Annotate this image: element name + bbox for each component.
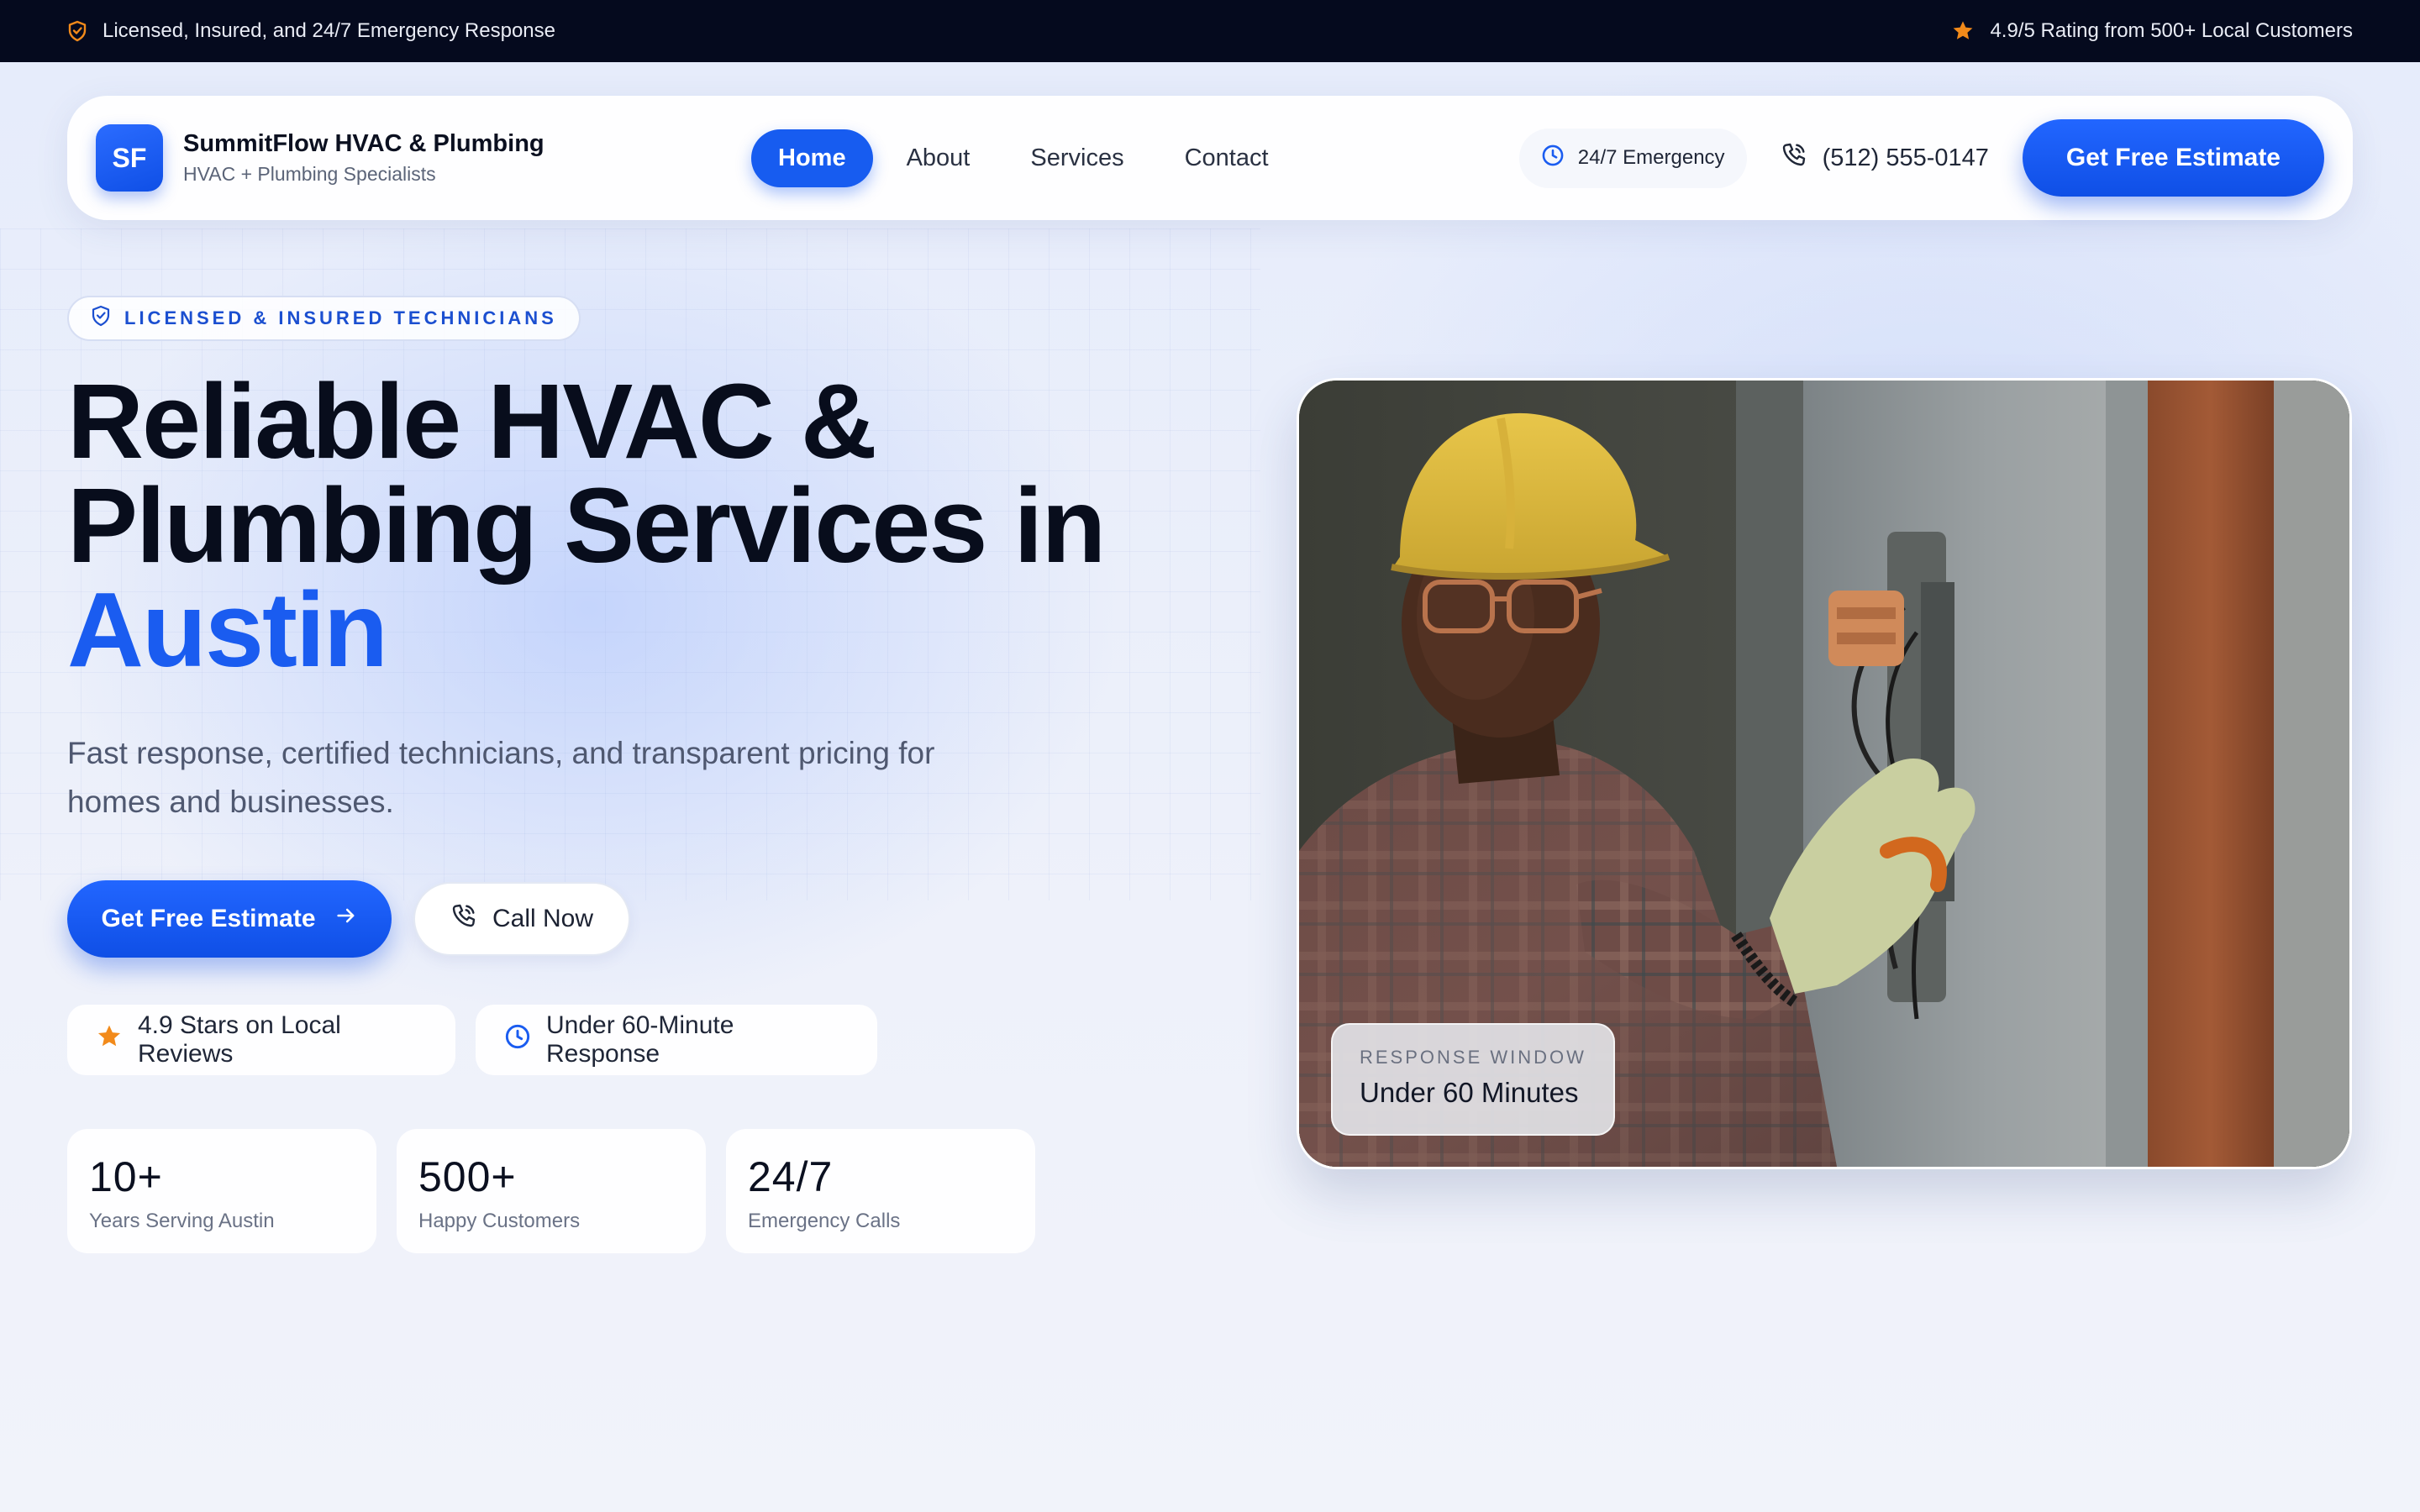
stat-label: Years Serving Austin <box>89 1210 275 1232</box>
nav-link-services[interactable]: Services <box>1003 129 1150 187</box>
nav-link-about[interactable]: About <box>880 129 997 187</box>
hero-get-estimate-label: Get Free Estimate <box>101 905 316 932</box>
response-window-value: Under 60 Minutes <box>1360 1077 1579 1108</box>
announcement-left: Licensed, Insured, and 24/7 Emergency Re… <box>67 19 555 43</box>
stat-label: Happy Customers <box>418 1210 581 1232</box>
phone-link[interactable]: (512) 555-0147 <box>1781 141 1989 175</box>
brand-logo[interactable]: SF <box>96 124 163 192</box>
call-now-label: Call Now <box>492 905 594 932</box>
shield-check-icon <box>67 20 87 42</box>
brand-tagline: HVAC + Plumbing Specialists <box>183 163 436 185</box>
nav-actions: 24/7 Emergency (512) 555-0147 Get Free E… <box>1518 119 2324 197</box>
stat-card-years: 10+ Years Serving Austin <box>67 1129 376 1253</box>
shield-check-icon <box>91 305 111 332</box>
headline-accent: Austin <box>67 570 388 689</box>
nav-link-contact[interactable]: Contact <box>1158 129 1296 187</box>
brand[interactable]: SF SummitFlow HVAC & Plumbing HVAC + Plu… <box>96 124 751 192</box>
response-window-card: RESPONSE WINDOW Under 60 Minutes <box>1331 1023 1615 1136</box>
hero-subtext: Fast response, certified technicians, an… <box>67 736 935 819</box>
clock-icon <box>504 1023 531 1057</box>
announcement-left-text: Licensed, Insured, and 24/7 Emergency Re… <box>103 19 556 42</box>
reviews-chip: 4.9 Stars on Local Reviews <box>67 1005 455 1075</box>
badge-text: LICENSED & INSURED TECHNICIANS <box>124 307 557 328</box>
hero-call-now-button[interactable]: Call Now <box>413 882 630 956</box>
hero-headline: Reliable HVAC & Plumbing Services in Aus… <box>67 369 1244 683</box>
nav-link-home[interactable]: Home <box>751 129 873 187</box>
main-navbar: SF SummitFlow HVAC & Plumbing HVAC + Plu… <box>67 96 2353 220</box>
hero-get-estimate-button[interactable]: Get Free Estimate <box>67 880 392 958</box>
licensed-badge: LICENSED & INSURED TECHNICIANS <box>67 296 581 341</box>
announcement-bar: Licensed, Insured, and 24/7 Emergency Re… <box>0 0 2420 62</box>
arrow-right-icon <box>334 904 358 934</box>
phone-icon <box>1781 141 1807 175</box>
clock-icon <box>1541 144 1565 173</box>
announcement-right-text: 4.9/5 Rating from 500+ Local Customers <box>1990 19 2353 42</box>
stat-card-emergency: 24/7 Emergency Calls <box>726 1129 1035 1253</box>
headline-line2: Plumbing Services in <box>67 466 1106 585</box>
reviews-chip-label: 4.9 Stars on Local Reviews <box>138 1011 341 1068</box>
emergency-pill[interactable]: 24/7 Emergency <box>1518 128 1747 188</box>
stat-value: 10+ <box>89 1153 163 1200</box>
brand-text: SummitFlow HVAC & Plumbing HVAC + Plumbi… <box>183 130 544 186</box>
response-chip-label: Under 60-Minute Response <box>546 1011 734 1068</box>
star-icon <box>96 1023 123 1057</box>
response-window-label: RESPONSE WINDOW <box>1360 1047 1586 1068</box>
stat-card-customers: 500+ Happy Customers <box>397 1129 706 1253</box>
headline-line1: Reliable HVAC & <box>67 362 877 480</box>
nav-get-estimate-button[interactable]: Get Free Estimate <box>2022 119 2324 197</box>
emergency-label: 24/7 Emergency <box>1577 146 1725 169</box>
phone-number: (512) 555-0147 <box>1822 144 1989 171</box>
announcement-right: 4.9/5 Rating from 500+ Local Customers <box>1951 19 2353 43</box>
stat-value: 500+ <box>418 1153 517 1200</box>
brand-name: SummitFlow HVAC & Plumbing <box>183 130 544 157</box>
phone-icon <box>450 902 477 936</box>
stat-label: Emergency Calls <box>748 1210 901 1232</box>
nav-links: Home About Services Contact <box>751 129 1296 187</box>
star-icon <box>1951 19 1975 43</box>
stat-value: 24/7 <box>748 1153 834 1200</box>
response-chip: Under 60-Minute Response <box>476 1005 877 1075</box>
